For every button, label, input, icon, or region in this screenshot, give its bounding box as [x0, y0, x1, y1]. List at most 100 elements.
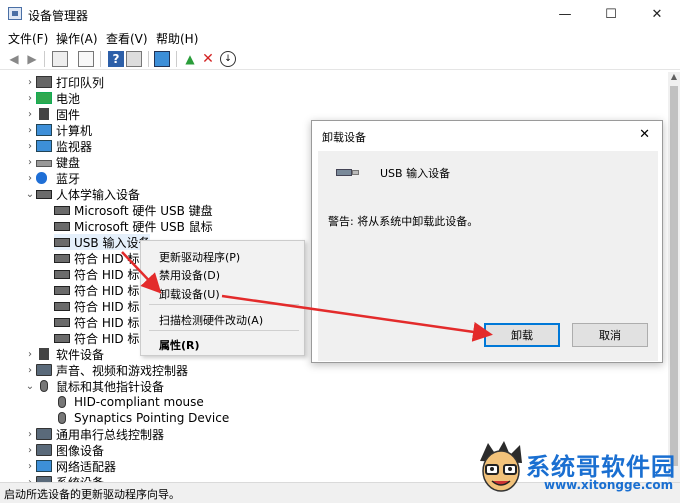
watermark-url: www.xitongge.com — [544, 478, 674, 492]
disable-icon[interactable]: ↓ — [220, 51, 236, 67]
vertical-scrollbar[interactable]: ▲ — [668, 72, 680, 482]
tree-item-synaptics[interactable]: Synaptics Pointing Device — [54, 410, 229, 426]
menu-help[interactable]: 帮助(H) — [156, 30, 198, 47]
tree-item-sound[interactable]: › 声音、视频和游戏控制器 — [24, 362, 188, 378]
tree-item-system[interactable]: ›系统设备 — [24, 474, 104, 482]
menu-view[interactable]: 查看(V) — [106, 30, 148, 47]
tree-item-label: 网络适配器 — [56, 459, 117, 474]
menu-scan-hardware[interactable]: 扫描检测硬件改动(A) — [159, 312, 263, 328]
tree-item-label: USB 输入设备 — [74, 235, 151, 250]
properties-icon[interactable] — [52, 51, 68, 67]
tree-item-mice[interactable]: ⌄ 鼠标和其他指针设备 — [24, 378, 164, 394]
expand-icon[interactable]: › — [24, 445, 36, 456]
hid-device-icon — [54, 253, 70, 263]
tree-item-label: 图像设备 — [56, 443, 105, 458]
tree-item-hid-compliant[interactable]: 符合 HID 标 — [54, 314, 139, 330]
monitor-icon[interactable] — [154, 51, 170, 67]
enable-icon[interactable]: ▲ — [182, 51, 198, 67]
tree-item-hid-compliant[interactable]: 符合 HID 标 — [54, 298, 139, 314]
tree-item-computer[interactable]: › 计算机 — [24, 122, 92, 138]
tree-item-keyboards[interactable]: › 键盘 — [24, 154, 80, 170]
update-driver-icon[interactable] — [126, 51, 142, 67]
computer-icon — [36, 124, 52, 136]
expand-icon[interactable]: › — [24, 157, 36, 168]
menu-separator — [149, 330, 299, 331]
scroll-up-icon[interactable]: ▲ — [668, 72, 680, 84]
toolbar-separator — [176, 51, 177, 67]
tree-item-usb-input-device[interactable]: USB 输入设备 — [54, 234, 151, 250]
scrollbar-thumb[interactable] — [670, 86, 678, 466]
hid-device-icon — [54, 205, 70, 215]
menu-uninstall-device[interactable]: 卸载设备(U) — [159, 286, 220, 302]
firmware-icon — [39, 108, 49, 120]
tree-item-hid-keyboard[interactable]: Microsoft 硬件 USB 键盘 — [54, 202, 213, 218]
tree-item-label: 计算机 — [56, 123, 93, 138]
tree-item-hid-compliant[interactable]: 符合 HID 标 — [54, 330, 139, 346]
tree-item-hid-compliant[interactable]: 符合 HID 标 — [54, 282, 139, 298]
menu-bar: 文件(F) 操作(A) 查看(V) 帮助(H) — [0, 28, 680, 48]
expand-icon[interactable]: › — [24, 77, 36, 88]
expand-icon[interactable]: › — [24, 429, 36, 440]
collapse-icon[interactable]: ⌄ — [24, 189, 36, 200]
forward-icon[interactable]: ▶ — [24, 51, 40, 67]
monitor-icon — [36, 140, 52, 152]
toolbar: ◀ ▶ ? ▲ ✕ ↓ — [0, 48, 680, 70]
cancel-button[interactable]: 取消 — [572, 323, 648, 347]
tree-item-label: 符合 HID 标 — [74, 267, 140, 282]
tree-item-monitors[interactable]: › 监视器 — [24, 138, 92, 154]
tree-item-hid-compliant[interactable]: 符合 HID 标 — [54, 250, 139, 266]
keyboard-icon — [36, 159, 52, 167]
menu-update-driver[interactable]: 更新驱动程序(P) — [159, 249, 240, 265]
window-title: 设备管理器 — [28, 9, 89, 23]
tree-item-label: 键盘 — [56, 155, 81, 170]
tree-item-print-queue[interactable]: › 打印队列 — [24, 74, 104, 90]
tree-item-software-devices[interactable]: › 软件设备 — [24, 346, 104, 362]
maximize-button[interactable]: ☐ — [588, 0, 634, 28]
menu-file[interactable]: 文件(F) — [8, 30, 48, 47]
tree-item-label: 系统设备 — [56, 474, 104, 483]
uninstall-button[interactable]: 卸载 — [484, 323, 560, 347]
expand-icon[interactable]: › — [24, 141, 36, 152]
expand-icon[interactable]: › — [24, 93, 36, 104]
expand-icon[interactable]: › — [24, 349, 36, 360]
tree-item-firmware[interactable]: › 固件 — [24, 106, 80, 122]
tree-item-hid[interactable]: ⌄ 人体学输入设备 — [24, 186, 140, 202]
tree-item-label: 电池 — [56, 91, 81, 106]
dialog-warning: 警告: 将从系统中卸载此设备。 — [328, 215, 479, 228]
tree-item-label: 蓝牙 — [56, 171, 81, 186]
tree-item-battery[interactable]: › 电池 — [24, 90, 80, 106]
hid-device-icon — [54, 317, 70, 327]
console-icon[interactable] — [78, 51, 94, 67]
menu-properties[interactable]: 属性(R) — [159, 337, 200, 353]
tree-item-hid-compliant-mouse[interactable]: HID-compliant mouse — [54, 394, 204, 410]
expand-icon[interactable]: › — [24, 109, 36, 120]
dialog-title: 卸载设备 — [322, 131, 366, 144]
tree-item-network[interactable]: › 网络适配器 — [24, 458, 116, 474]
tree-item-hid-mouse[interactable]: Microsoft 硬件 USB 鼠标 — [54, 218, 213, 234]
printer-icon — [36, 76, 52, 88]
tree-item-hid-compliant[interactable]: 符合 HID 标 — [54, 266, 139, 282]
minimize-button[interactable]: — — [542, 0, 588, 28]
uninstall-icon[interactable]: ✕ — [200, 51, 216, 67]
dialog-close-button[interactable]: ✕ — [639, 127, 650, 142]
tree-item-usb-controllers[interactable]: › 通用串行总线控制器 — [24, 426, 164, 442]
help-icon[interactable]: ? — [108, 51, 124, 67]
tree-item-bluetooth[interactable]: › 蓝牙 — [24, 170, 80, 186]
mascot-icon — [480, 441, 522, 492]
expand-icon[interactable]: › — [24, 365, 36, 376]
back-icon[interactable]: ◀ — [6, 51, 22, 67]
hid-device-icon — [54, 237, 70, 247]
collapse-icon[interactable]: ⌄ — [24, 381, 36, 392]
hid-device-icon — [54, 269, 70, 279]
tree-item-label: 符合 HID 标 — [74, 299, 140, 314]
expand-icon[interactable]: › — [24, 461, 36, 472]
tree-item-imaging[interactable]: › 图像设备 — [24, 442, 104, 458]
hid-device-icon — [54, 301, 70, 311]
close-button[interactable]: ✕ — [634, 0, 680, 28]
expand-icon[interactable]: › — [24, 173, 36, 184]
menu-disable-device[interactable]: 禁用设备(D) — [159, 267, 220, 283]
menu-action[interactable]: 操作(A) — [56, 30, 98, 47]
tree-item-label: 监视器 — [56, 139, 93, 154]
expand-icon[interactable]: › — [24, 125, 36, 136]
speaker-icon — [36, 364, 52, 376]
